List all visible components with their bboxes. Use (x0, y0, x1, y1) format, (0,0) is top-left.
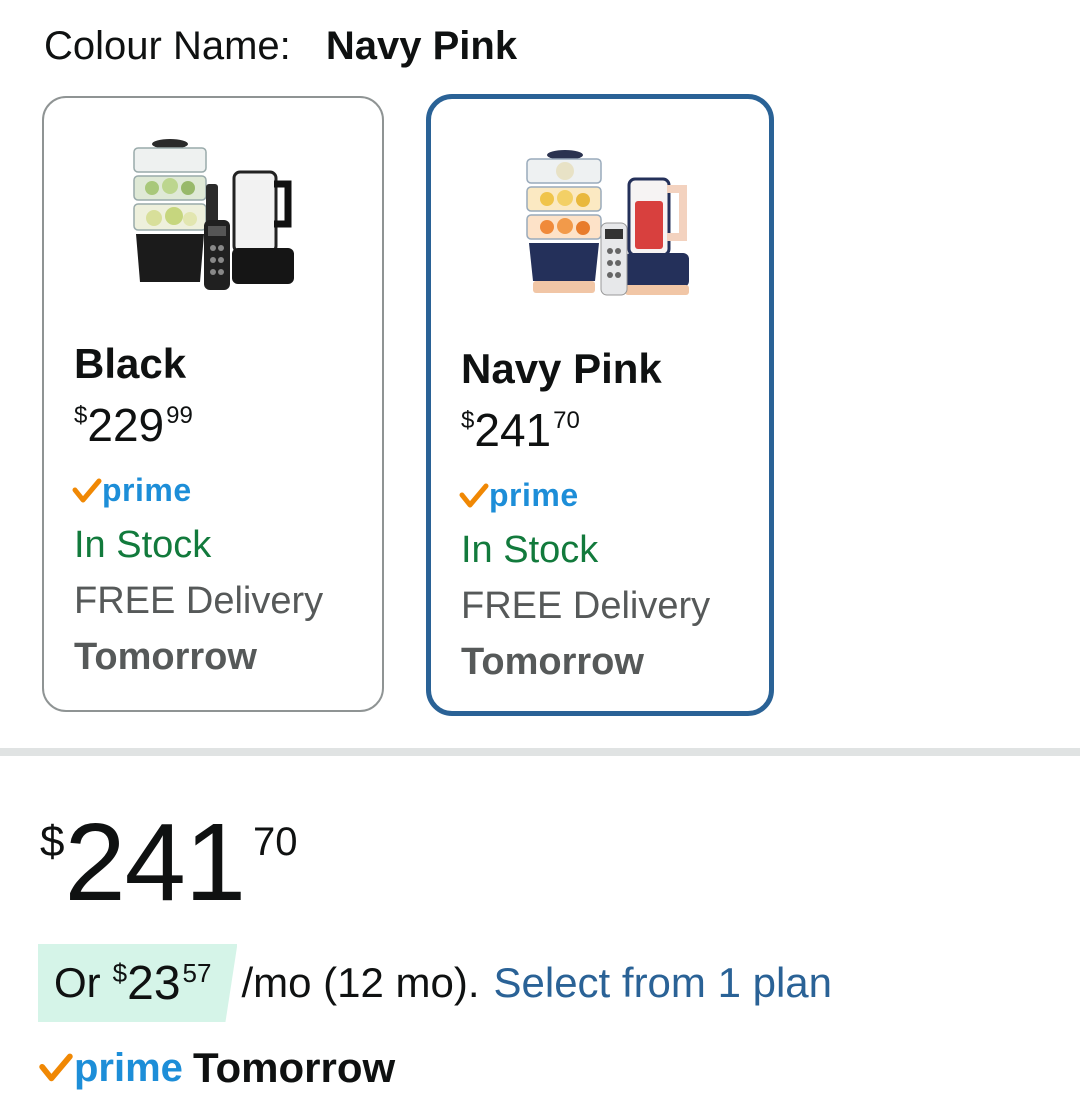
price-symbol: $ (74, 402, 88, 429)
product-image-black (133, 139, 294, 290)
product-image-navy-pink (526, 150, 689, 296)
prime-check-icon (459, 483, 489, 507)
stock-status: In Stock (74, 524, 212, 566)
main-price: $241 70 (40, 808, 298, 918)
price-fraction: 99 (166, 402, 193, 429)
prime-text: prime (489, 477, 579, 513)
installment-row: Or $ 23 57 /mo (12 mo). Select from 1 pl… (38, 944, 832, 1022)
prime-check-icon (72, 478, 102, 502)
delivery-label: FREE Delivery (74, 580, 324, 622)
main-price-whole: 241 (64, 801, 246, 924)
prime-badge: prime (72, 472, 192, 509)
prime-delivery-row: prime Tomorrow (38, 1044, 395, 1092)
price-whole: 241 (474, 404, 552, 456)
prime-badge: prime (459, 477, 579, 514)
main-price-symbol: $ (40, 817, 65, 866)
colour-name-row: Colour Name: Navy Pink (44, 18, 517, 74)
colour-name-label: Colour Name: (44, 24, 291, 68)
option-price: $22999 (74, 402, 193, 448)
installment-symbol: $ (112, 958, 128, 988)
delivery-day: Tomorrow (74, 636, 257, 678)
prime-check-icon (39, 1053, 73, 1082)
installment-badge: Or $ 23 57 (38, 944, 238, 1022)
delivery-label: FREE Delivery (461, 585, 711, 627)
price-symbol: $ (461, 407, 475, 434)
option-price: $24170 (461, 407, 580, 453)
installment-fraction: 57 (182, 958, 212, 988)
option-name: Black (74, 340, 187, 387)
main-price-fraction: 70 (253, 820, 298, 864)
prime-text: prime (102, 472, 192, 508)
select-plan-link[interactable]: Select from 1 plan (494, 959, 833, 1007)
prime-text: prime (74, 1045, 183, 1090)
prime-delivery-day: Tomorrow (192, 1044, 396, 1091)
colour-option-black[interactable]: Black $22999 prime In Stock FREE Deliver… (42, 96, 384, 712)
installment-term: /mo (12 mo). (241, 959, 480, 1006)
installment-whole: 23 (127, 956, 181, 1010)
delivery-day: Tomorrow (461, 641, 644, 683)
stock-status: In Stock (461, 529, 599, 571)
price-fraction: 70 (553, 407, 580, 434)
section-divider (0, 748, 1080, 756)
colour-option-navy-pink[interactable]: Navy Pink $24170 prime In Stock FREE Del… (426, 94, 774, 716)
installment-prefix: Or (54, 959, 101, 1006)
option-name: Navy Pink (461, 345, 662, 392)
price-whole: 229 (87, 399, 165, 451)
colour-name-value: Navy Pink (325, 24, 518, 68)
